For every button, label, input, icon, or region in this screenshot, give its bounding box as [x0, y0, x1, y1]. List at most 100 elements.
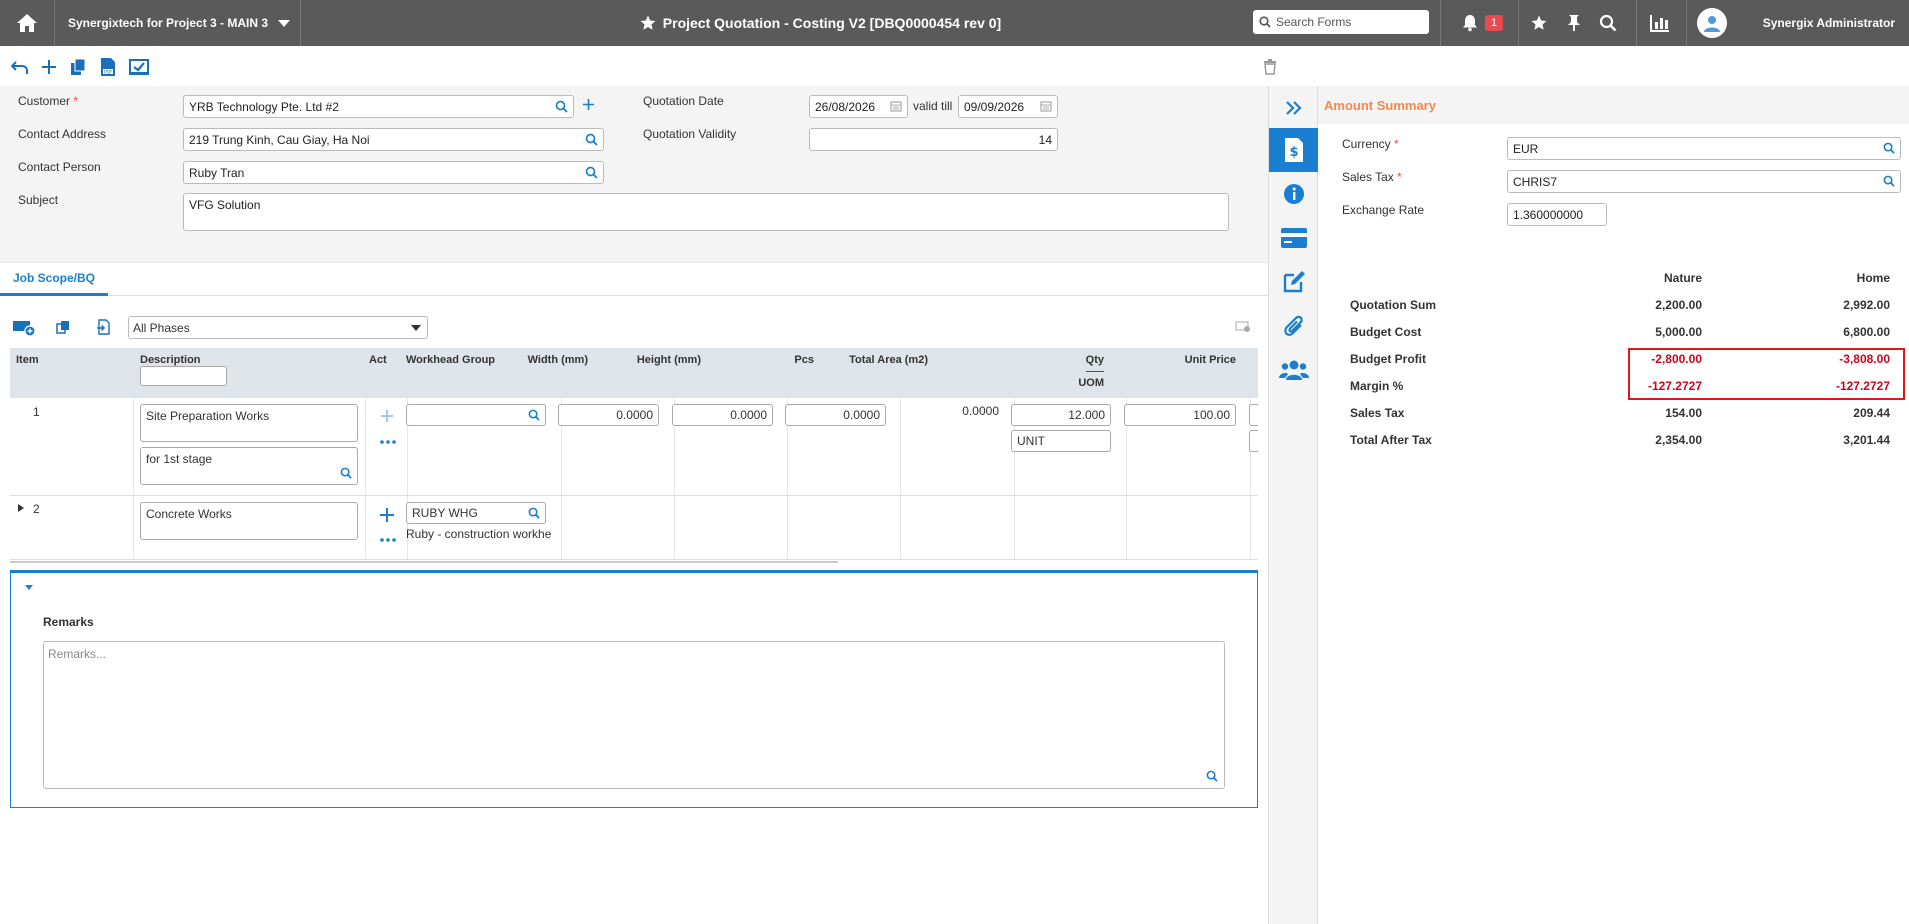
attachments-nav[interactable] [1269, 304, 1319, 348]
grid-toolbar: All Phases [0, 312, 1268, 342]
caret-right-icon [18, 504, 24, 512]
search-icon[interactable] [528, 409, 540, 421]
currency-field[interactable]: EUR [1507, 137, 1901, 160]
add-row-icon [13, 321, 36, 337]
payment-nav[interactable] [1269, 216, 1319, 260]
edit-nav[interactable] [1269, 260, 1319, 304]
export-pdf-button[interactable]: PDF [97, 56, 119, 78]
workhead-input[interactable] [406, 404, 546, 426]
sales-tax-field[interactable]: CHRIS7 [1507, 170, 1901, 193]
search-icon[interactable] [1883, 142, 1895, 154]
search-icon[interactable] [340, 467, 352, 479]
delete-button[interactable] [1259, 56, 1281, 78]
sub-description-input[interactable]: for 1st stage [140, 447, 358, 485]
subject-field[interactable]: VFG Solution [183, 193, 1229, 231]
user-avatar-button[interactable] [1697, 0, 1727, 46]
reports-button[interactable] [1648, 0, 1672, 46]
height-input[interactable]: 0.0000 [672, 404, 773, 426]
pinned-button[interactable] [1562, 0, 1586, 46]
more-actions-button[interactable] [380, 538, 396, 542]
description-input[interactable]: Site Preparation Works [140, 404, 358, 442]
search-icon[interactable] [1883, 175, 1895, 187]
trash-icon [1264, 59, 1276, 75]
remarks-title: Remarks [43, 615, 94, 629]
description-filter-input[interactable] [140, 366, 227, 386]
copy-button[interactable] [67, 56, 89, 78]
next-column-input[interactable] [1249, 430, 1258, 452]
home-button[interactable] [0, 0, 55, 46]
quotation-sum-home: 2,992.00 [1843, 298, 1890, 312]
favorite-star-icon[interactable] [639, 14, 657, 32]
search-icon[interactable] [1206, 770, 1218, 782]
notifications-button[interactable]: 1 [1452, 0, 1512, 46]
add-subitem-button[interactable] [379, 507, 395, 523]
search-icon[interactable] [528, 507, 540, 519]
save-button[interactable] [128, 56, 150, 78]
workhead-input[interactable]: RUBY WHG [406, 502, 546, 524]
user-name: Synergix Administrator [1762, 16, 1895, 30]
exchange-rate-field[interactable]: 1.360000000 [1507, 203, 1607, 226]
expand-row-button[interactable] [18, 504, 24, 512]
table-row[interactable]: 2 Concrete Works RUBY WHG Ruby - constru… [10, 496, 1258, 560]
add-row-button[interactable] [12, 319, 36, 337]
uom-input[interactable]: UNIT [1011, 430, 1111, 452]
sales-tax-label: Sales Tax * [1342, 170, 1402, 184]
search-icon[interactable] [585, 133, 598, 146]
pcs-input[interactable]: 0.0000 [785, 404, 886, 426]
grid-header: Item Description Act Workhead Group Widt… [10, 348, 1258, 398]
quotation-date-field[interactable]: 26/08/2026 [809, 95, 908, 118]
chevron-down-icon [278, 19, 291, 27]
add-customer-button[interactable] [582, 98, 595, 111]
currency-label: Currency * [1342, 137, 1399, 151]
calendar-icon[interactable] [1040, 100, 1052, 112]
description-input[interactable]: Concrete Works [140, 502, 358, 540]
copy-row-button[interactable] [56, 320, 70, 334]
contact-address-field[interactable]: 219 Trung Kinh, Cau Giay, Ha Noi [183, 128, 604, 151]
horizontal-scrollbar[interactable] [10, 561, 838, 563]
remarks-placeholder: Remarks... [48, 647, 107, 661]
job-scope-grid: Item Description Act Workhead Group Widt… [10, 348, 1258, 562]
table-row[interactable]: 1 Site Preparation Works for 1st stage 0… [10, 398, 1258, 496]
unit-price-input[interactable]: 100.00 [1124, 404, 1236, 426]
search-icon[interactable] [585, 166, 598, 179]
customer-field[interactable]: YRB Technology Pte. Ltd #2 [183, 95, 574, 118]
total-after-tax-nature: 2,354.00 [1655, 433, 1702, 447]
add-button[interactable] [38, 56, 60, 78]
bar-chart-icon [1650, 15, 1669, 32]
qty-uom-divider [1086, 371, 1104, 372]
add-subitem-button[interactable] [380, 409, 394, 423]
contacts-nav[interactable] [1269, 348, 1319, 392]
search-forms-input[interactable]: Search Forms [1253, 10, 1429, 34]
undo-button[interactable] [9, 56, 31, 78]
info-nav[interactable] [1269, 172, 1319, 216]
remarks-textarea[interactable]: Remarks... [43, 641, 1225, 789]
caret-down-icon [25, 585, 33, 590]
grid-settings-button[interactable] [1235, 321, 1251, 333]
summary-row-label: Quotation Sum [1350, 298, 1436, 312]
amount-summary-nav[interactable]: $ [1269, 128, 1319, 172]
contact-person-field[interactable]: Ruby Tran [183, 161, 604, 184]
pdf-icon: PDF [101, 58, 115, 76]
currency-value: EUR [1513, 141, 1539, 156]
global-search-button[interactable] [1596, 0, 1620, 46]
item-number: 2 [33, 502, 40, 516]
import-button[interactable] [96, 319, 110, 335]
col-nature-header: Nature [1663, 271, 1702, 285]
valid-till-field[interactable]: 09/09/2026 [958, 95, 1058, 118]
plus-icon [381, 410, 393, 422]
more-actions-button[interactable] [380, 440, 396, 444]
calendar-icon[interactable] [890, 100, 902, 112]
cell-act [366, 496, 408, 559]
collapse-remarks-button[interactable] [25, 585, 33, 591]
phase-select[interactable]: All Phases [128, 316, 428, 339]
project-selector[interactable]: Synergixtech for Project 3 - MAIN 3 [56, 0, 301, 46]
favorites-button[interactable] [1526, 0, 1552, 46]
tab-job-scope-bq[interactable]: Job Scope/BQ [0, 263, 108, 296]
search-icon[interactable] [555, 100, 568, 113]
next-column-input[interactable] [1249, 404, 1258, 426]
width-input[interactable]: 0.0000 [558, 404, 659, 426]
collapse-panel-button[interactable] [1269, 86, 1319, 130]
plus-icon [583, 99, 594, 110]
quotation-validity-field[interactable]: 14 [809, 128, 1058, 151]
qty-input[interactable]: 12.000 [1011, 404, 1111, 426]
